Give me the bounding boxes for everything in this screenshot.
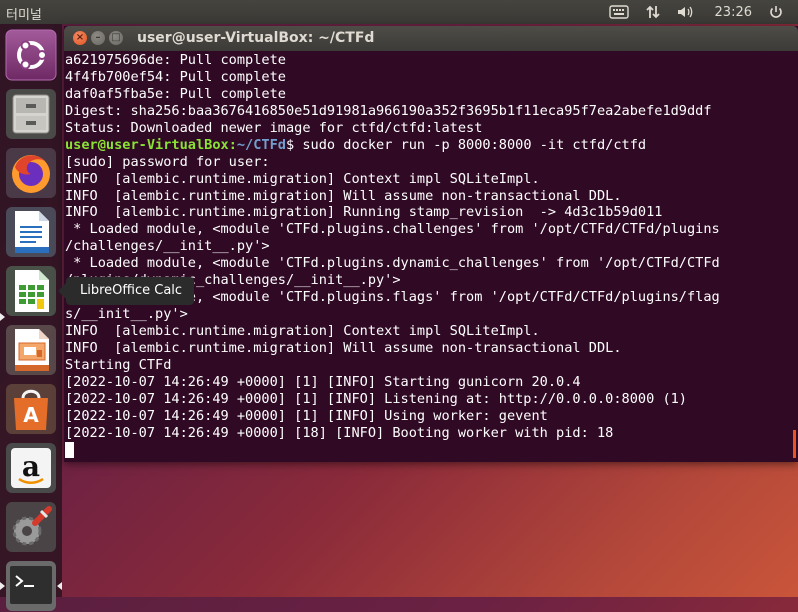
launcher: A a [0, 24, 62, 611]
terminal-line: [2022-10-07 14:26:49 +0000] [18] [INFO] … [65, 424, 614, 441]
close-button[interactable]: × [73, 31, 87, 45]
top-panel: 터미널 23:26 [0, 0, 798, 24]
terminal-line: INFO [alembic.runtime.migration] Running… [65, 204, 663, 221]
ubuntu-logo-icon [5, 29, 57, 81]
prompt-path: ~/CTFd [236, 136, 286, 153]
window-title: user@user-VirtualBox: ~/CTFd [137, 30, 375, 46]
text-cursor [65, 441, 74, 458]
launcher-tooltip: LibreOffice Calc [57, 277, 195, 305]
launcher-item-impress[interactable] [5, 324, 57, 376]
prompt-line: user@user-VirtualBox:~/CTFd$ sudo docker… [65, 137, 798, 154]
terminal-line: [sudo] password for user: [65, 153, 270, 170]
terminal-line: Starting CTFd [65, 356, 172, 373]
scrollbar-thumb[interactable] [793, 430, 796, 458]
svg-text:a: a [22, 450, 40, 483]
launcher-item-firefox[interactable] [5, 147, 57, 199]
terminal-window[interactable]: × – □ user@user-VirtualBox: ~/CTFd a6219… [64, 26, 798, 462]
terminal-line: /challenges/__init__.py'> [65, 238, 270, 255]
terminal-line: INFO [alembic.runtime.migration] Context… [65, 170, 540, 187]
launcher-item-dash[interactable] [5, 29, 57, 81]
file-cabinet-icon [6, 89, 56, 139]
amazon-icon: a [6, 443, 56, 493]
terminal-line: [2022-10-07 14:26:49 +0000] [1] [INFO] L… [65, 390, 687, 407]
prompt-symbol: $ [285, 136, 295, 153]
running-indicator [0, 582, 5, 590]
terminal-line: [2022-10-07 14:26:49 +0000] [1] [INFO] S… [65, 373, 581, 390]
software-bag-icon: A [6, 384, 56, 434]
clock[interactable]: 23:26 [715, 5, 752, 20]
terminal-line: * Loaded module, <module 'CTFd.plugins.d… [65, 255, 720, 272]
writer-icon [6, 207, 56, 257]
terminal-line: * Loaded module, <module 'CTFd.plugins.c… [65, 221, 720, 238]
active-app-title: 터미널 [6, 8, 42, 23]
terminal-icon [6, 561, 56, 611]
power-icon[interactable] [768, 4, 784, 20]
window-titlebar[interactable]: × – □ user@user-VirtualBox: ~/CTFd [64, 26, 798, 51]
launcher-item-settings[interactable] [5, 501, 57, 553]
terminal-line: a621975696de: Pull complete [65, 52, 286, 68]
launcher-item-software[interactable]: A [5, 383, 57, 435]
volume-icon[interactable] [677, 4, 695, 20]
terminal-line: 4f4fb700ef54: Pull complete [65, 68, 286, 85]
terminal-line: INFO [alembic.runtime.migration] Context… [65, 323, 540, 339]
close-icon: × [75, 32, 85, 43]
terminal-line: Digest: sha256:baa3676416850e51d91981a96… [65, 102, 712, 119]
prompt-separator: : [228, 136, 237, 153]
running-indicator [0, 313, 5, 321]
launcher-item-calc[interactable] [5, 265, 57, 317]
terminal-line: INFO [alembic.runtime.migration] Will as… [65, 187, 622, 204]
indicator-area: 23:26 [608, 0, 784, 24]
launcher-item-files[interactable] [5, 88, 57, 140]
prompt-user: user@user-VirtualBox [65, 136, 229, 153]
cursor-line[interactable] [65, 441, 798, 459]
svg-text:A: A [23, 403, 39, 427]
keyboard-icon[interactable] [608, 5, 629, 19]
launcher-item-terminal[interactable] [5, 560, 57, 612]
maximize-button[interactable]: □ [109, 31, 123, 45]
minimize-icon: – [95, 32, 101, 43]
network-icon[interactable] [645, 4, 661, 20]
settings-tools-icon [6, 502, 56, 552]
terminal-line: INFO [alembic.runtime.migration] Will as… [65, 339, 622, 356]
terminal-line: s/__init__.py'> [65, 306, 188, 323]
launcher-item-writer[interactable] [5, 206, 57, 258]
minimize-button[interactable]: – [91, 31, 105, 45]
maximize-icon: □ [111, 32, 121, 43]
calc-icon [6, 266, 56, 316]
launcher-item-amazon[interactable]: a [5, 442, 57, 494]
firefox-icon [6, 148, 56, 198]
impress-icon [6, 325, 56, 375]
prompt-command: sudo docker run -p 8000:8000 -it ctfd/ct… [294, 136, 647, 153]
terminal-line: [2022-10-07 14:26:49 +0000] [1] [INFO] U… [65, 407, 548, 424]
terminal-line: Status: Downloaded newer image for ctfd/… [65, 119, 483, 136]
focused-indicator [57, 582, 62, 590]
terminal-output[interactable]: a621975696de: Pull complete 4f4fb700ef54… [64, 52, 798, 462]
terminal-line: daf0af5fba5e: Pull complete [65, 85, 286, 102]
